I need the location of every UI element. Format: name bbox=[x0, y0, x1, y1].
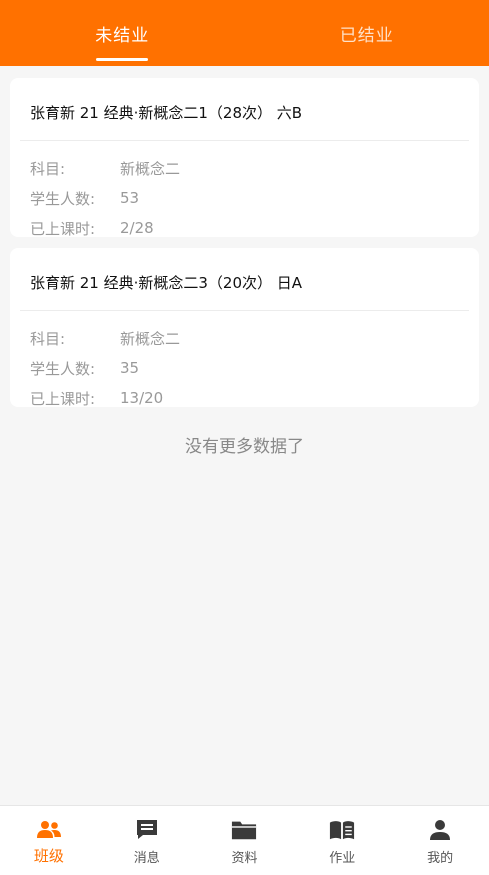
nav-label-class: 班级 bbox=[33, 847, 64, 865]
subject-row: 科目: 新概念二 bbox=[30, 153, 459, 183]
tab-unfinished-label: 未结业 bbox=[95, 26, 150, 46]
students-row: 学生人数: 53 bbox=[30, 183, 459, 213]
no-more-data-text: 没有更多数据了 bbox=[185, 437, 304, 457]
nav-item-mine[interactable]: 我的 bbox=[391, 806, 489, 875]
top-tab-bar: 未结业 已结业 bbox=[0, 0, 489, 66]
subject-label: 科目: bbox=[30, 159, 66, 178]
tab-finished[interactable]: 已结业 bbox=[245, 0, 489, 66]
class-title: 张育新 21 经典·新概念二1（28次） 六B bbox=[20, 78, 469, 141]
nav-item-materials[interactable]: 资料 bbox=[196, 806, 294, 875]
students-label: 学生人数: bbox=[30, 359, 96, 378]
book-icon bbox=[329, 818, 355, 842]
subject-value: 新概念二 bbox=[120, 159, 181, 178]
class-title: 张育新 21 经典·新概念二3（20次） 日A bbox=[20, 248, 469, 311]
subject-label: 科目: bbox=[30, 329, 66, 348]
nav-item-homework[interactable]: 作业 bbox=[293, 806, 391, 875]
students-value: 53 bbox=[120, 189, 140, 207]
progress-label: 已上课时: bbox=[30, 389, 96, 408]
class-card[interactable]: 张育新 21 经典·新概念二3（20次） 日A 科目: 新概念二 学生人数: 3… bbox=[10, 248, 479, 408]
class-card[interactable]: 张育新 21 经典·新概念二1（28次） 六B 科目: 新概念二 学生人数: 5… bbox=[10, 78, 479, 238]
folder-icon bbox=[231, 818, 257, 842]
students-row: 学生人数: 35 bbox=[30, 353, 459, 383]
nav-item-class[interactable]: 班级 bbox=[0, 806, 98, 875]
nav-label-materials: 资料 bbox=[231, 851, 258, 866]
nav-label-homework: 作业 bbox=[329, 851, 356, 866]
message-icon bbox=[134, 818, 160, 842]
progress-value: 13/20 bbox=[120, 389, 164, 407]
tab-unfinished[interactable]: 未结业 bbox=[0, 0, 245, 66]
nav-item-message[interactable]: 消息 bbox=[98, 806, 196, 875]
progress-label: 已上课时: bbox=[30, 219, 96, 238]
progress-row: 已上课时: 2/28 bbox=[30, 213, 459, 243]
subject-value: 新概念二 bbox=[120, 329, 181, 348]
tab-active-indicator bbox=[96, 58, 149, 61]
class-icon bbox=[36, 818, 62, 842]
progress-value: 2/28 bbox=[120, 219, 154, 237]
progress-row: 已上课时: 13/20 bbox=[30, 383, 459, 413]
tab-indicator-empty bbox=[341, 58, 393, 61]
nav-label-message: 消息 bbox=[133, 851, 160, 866]
bottom-nav: 班级 消息 资料 作业 我的 bbox=[0, 805, 489, 875]
user-icon bbox=[427, 818, 453, 842]
subject-row: 科目: 新概念二 bbox=[30, 323, 459, 353]
students-label: 学生人数: bbox=[30, 189, 96, 208]
tab-finished-label: 已结业 bbox=[339, 26, 394, 46]
nav-label-mine: 我的 bbox=[427, 851, 454, 866]
students-value: 35 bbox=[120, 359, 140, 377]
